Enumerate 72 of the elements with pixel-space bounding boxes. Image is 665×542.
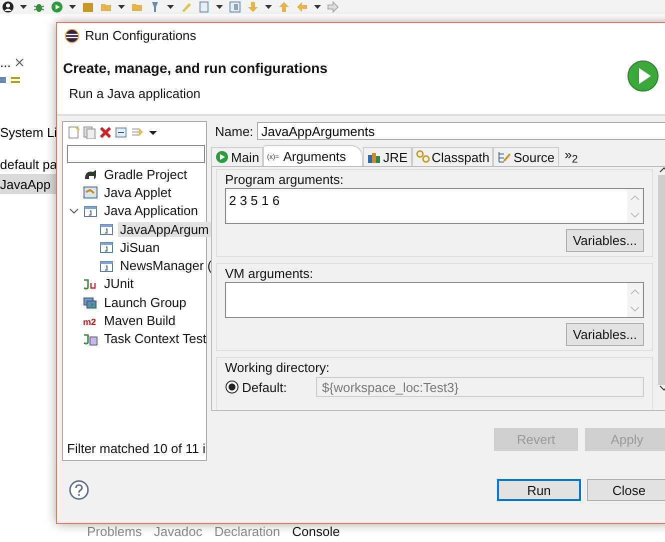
m2-icon: m2 (83, 314, 98, 328)
books-icon (367, 150, 382, 164)
link-icon[interactable] (10, 74, 21, 86)
tree-item[interactable]: Launch Group (102, 294, 188, 310)
group-label: VM arguments: (225, 264, 314, 282)
header-subtitle: Run a Java application (68, 86, 202, 101)
eclipse-logo-icon (65, 28, 79, 42)
caret-icon[interactable] (20, 5, 27, 9)
help-icon[interactable] (69, 480, 89, 500)
window-icon (99, 222, 114, 236)
run-icon (627, 60, 659, 92)
copy-icon[interactable] (83, 126, 96, 138)
more-tabs-button[interactable]: »$_{2}$ (558, 147, 578, 166)
forward-arrow-icon[interactable] (327, 1, 339, 13)
window-icon (99, 240, 114, 254)
source-icon (497, 150, 512, 164)
view-tab[interactable]: Javadoc (150, 522, 206, 540)
tab[interactable]: Main (211, 147, 264, 166)
variables-button[interactable]: Variables... (566, 323, 644, 346)
filter-status: Filter matched 10 of 11 i (66, 441, 206, 458)
junit-icon (83, 276, 98, 291)
task-icon (83, 332, 98, 346)
delete-icon[interactable] (99, 126, 112, 138)
tree-item[interactable]: JavaAppArgum (118, 222, 211, 237)
tree-item[interactable]: Maven Build (102, 313, 178, 328)
radio-button[interactable] (225, 380, 239, 394)
tree-item[interactable]: Task Context Test (102, 331, 208, 346)
document-icon[interactable] (198, 1, 210, 13)
view-tab[interactable]: Problems (84, 522, 145, 540)
new-document-icon[interactable] (67, 126, 80, 138)
header-title: Create, manage, and run configurations (63, 60, 328, 76)
tree-item[interactable]: JiSuan (118, 240, 162, 255)
tree-item[interactable]: Java Application (102, 203, 200, 218)
view-tab[interactable]: ... (0, 54, 11, 70)
play-circle-icon (215, 150, 229, 164)
caret-icon[interactable] (167, 5, 174, 9)
collapse-icon[interactable] (0, 74, 6, 86)
filter-field[interactable] (67, 145, 205, 163)
tree-item[interactable]: NewsManager ( (118, 258, 214, 274)
caret-icon[interactable] (265, 5, 272, 9)
caret-icon[interactable] (118, 5, 125, 9)
stacked-window-icon (83, 295, 98, 310)
working-directory-field[interactable]: ${workspace_loc:Test3} (316, 377, 644, 397)
tab[interactable]: Classpath (412, 147, 494, 166)
bug-icon[interactable] (33, 1, 45, 13)
window-icon (83, 204, 98, 218)
gears-icon (416, 150, 430, 164)
name-label: Name: (215, 124, 254, 138)
close-icon[interactable] (14, 58, 24, 66)
window-title: Run Configurations (85, 28, 196, 43)
variables-button[interactable]: Variables... (566, 229, 644, 252)
tree-item[interactable]: Java Applet (102, 184, 174, 200)
view-tab[interactable]: Declaration (211, 522, 284, 540)
name-field[interactable]: JavaAppArguments (257, 122, 665, 140)
window-icon (99, 258, 114, 273)
caret-icon[interactable] (216, 5, 223, 9)
tree-item[interactable]: Gradle Project (102, 166, 190, 182)
button[interactable]: Close (587, 479, 665, 501)
tab[interactable]: JRE (363, 147, 412, 166)
group-label: Program arguments: (225, 170, 344, 188)
applet-icon (83, 185, 98, 200)
play-icon[interactable] (51, 1, 63, 13)
caret-icon[interactable] (69, 5, 76, 9)
person-icon[interactable] (2, 1, 14, 13)
tree-item[interactable]: JUnit (102, 276, 136, 292)
group-label: Working directory: (225, 358, 331, 376)
collapse-icon[interactable] (115, 126, 128, 138)
tab[interactable]: Source (493, 147, 559, 166)
caret-icon[interactable] (314, 5, 321, 9)
radio-label: Default: (242, 380, 287, 394)
package-icon[interactable] (82, 1, 94, 13)
button[interactable]: Run (497, 479, 581, 501)
